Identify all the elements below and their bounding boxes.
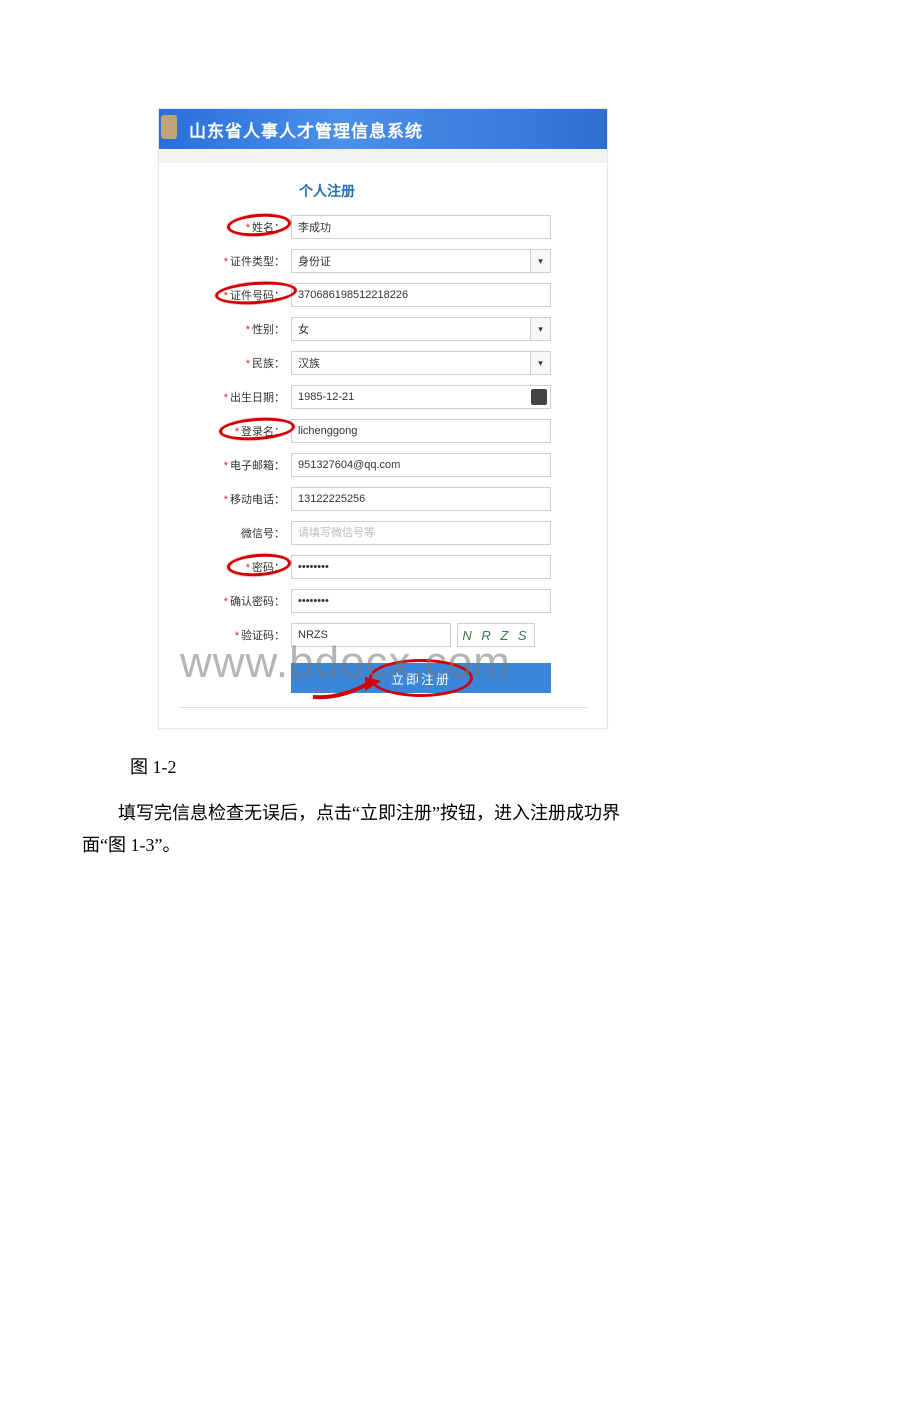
document-page: 山东省人事人才管理信息系统 个人注册 *姓名： *证件类型： ▾ bbox=[0, 108, 920, 1410]
id-number-input[interactable] bbox=[291, 283, 551, 307]
label-gender: *性别： bbox=[179, 321, 291, 337]
gender-select[interactable] bbox=[291, 317, 551, 341]
confirm-password-input[interactable] bbox=[291, 589, 551, 613]
id-type-select[interactable] bbox=[291, 249, 551, 273]
label-captcha: *验证码： bbox=[179, 627, 291, 643]
mobile-input[interactable] bbox=[291, 487, 551, 511]
calendar-icon[interactable] bbox=[531, 389, 547, 405]
captcha-input[interactable] bbox=[291, 623, 451, 647]
label-password: *密码： bbox=[179, 559, 291, 575]
body-paragraph: 填写完信息检查无误后，点击“立即注册”按钮，进入注册成功界 面“图 1-3”。 bbox=[82, 797, 838, 862]
banner-strip bbox=[159, 149, 607, 163]
email-input[interactable] bbox=[291, 453, 551, 477]
label-birth: *出生日期： bbox=[179, 389, 291, 405]
label-mobile: *移动电话： bbox=[179, 491, 291, 507]
birth-date-input[interactable] bbox=[291, 385, 551, 409]
body-line-1: 填写完信息检查无误后，点击“立即注册”按钮，进入注册成功界 bbox=[82, 797, 838, 829]
captcha-image[interactable]: N R Z S bbox=[457, 623, 535, 647]
label-nation: *民族： bbox=[179, 355, 291, 371]
label-name: *姓名： bbox=[179, 219, 291, 235]
login-name-input[interactable] bbox=[291, 419, 551, 443]
wechat-input[interactable] bbox=[291, 521, 551, 545]
label-id-type: *证件类型： bbox=[179, 253, 291, 269]
registration-form: 个人注册 *姓名： *证件类型： ▾ *证件号码： bbox=[159, 163, 607, 728]
label-id-no: *证件号码： bbox=[179, 287, 291, 303]
label-login: *登录名： bbox=[179, 423, 291, 439]
name-input[interactable] bbox=[291, 215, 551, 239]
system-title: 山东省人事人才管理信息系统 bbox=[189, 117, 423, 142]
section-title: 个人注册 bbox=[299, 181, 587, 201]
label-email: *电子邮箱： bbox=[179, 457, 291, 473]
password-input[interactable] bbox=[291, 555, 551, 579]
figure-caption: 图 1-2 bbox=[130, 753, 920, 779]
divider bbox=[179, 707, 587, 708]
registration-screenshot: 山东省人事人才管理信息系统 个人注册 *姓名： *证件类型： ▾ bbox=[158, 108, 608, 729]
system-banner: 山东省人事人才管理信息系统 bbox=[159, 109, 607, 149]
arrow-annotation-icon bbox=[311, 673, 391, 703]
nation-select[interactable] bbox=[291, 351, 551, 375]
banner-logo-icon bbox=[161, 115, 177, 139]
label-password2: *确认密码： bbox=[179, 593, 291, 609]
label-wechat: 微信号： bbox=[179, 525, 291, 541]
body-line-2: 面“图 1-3”。 bbox=[82, 835, 180, 855]
